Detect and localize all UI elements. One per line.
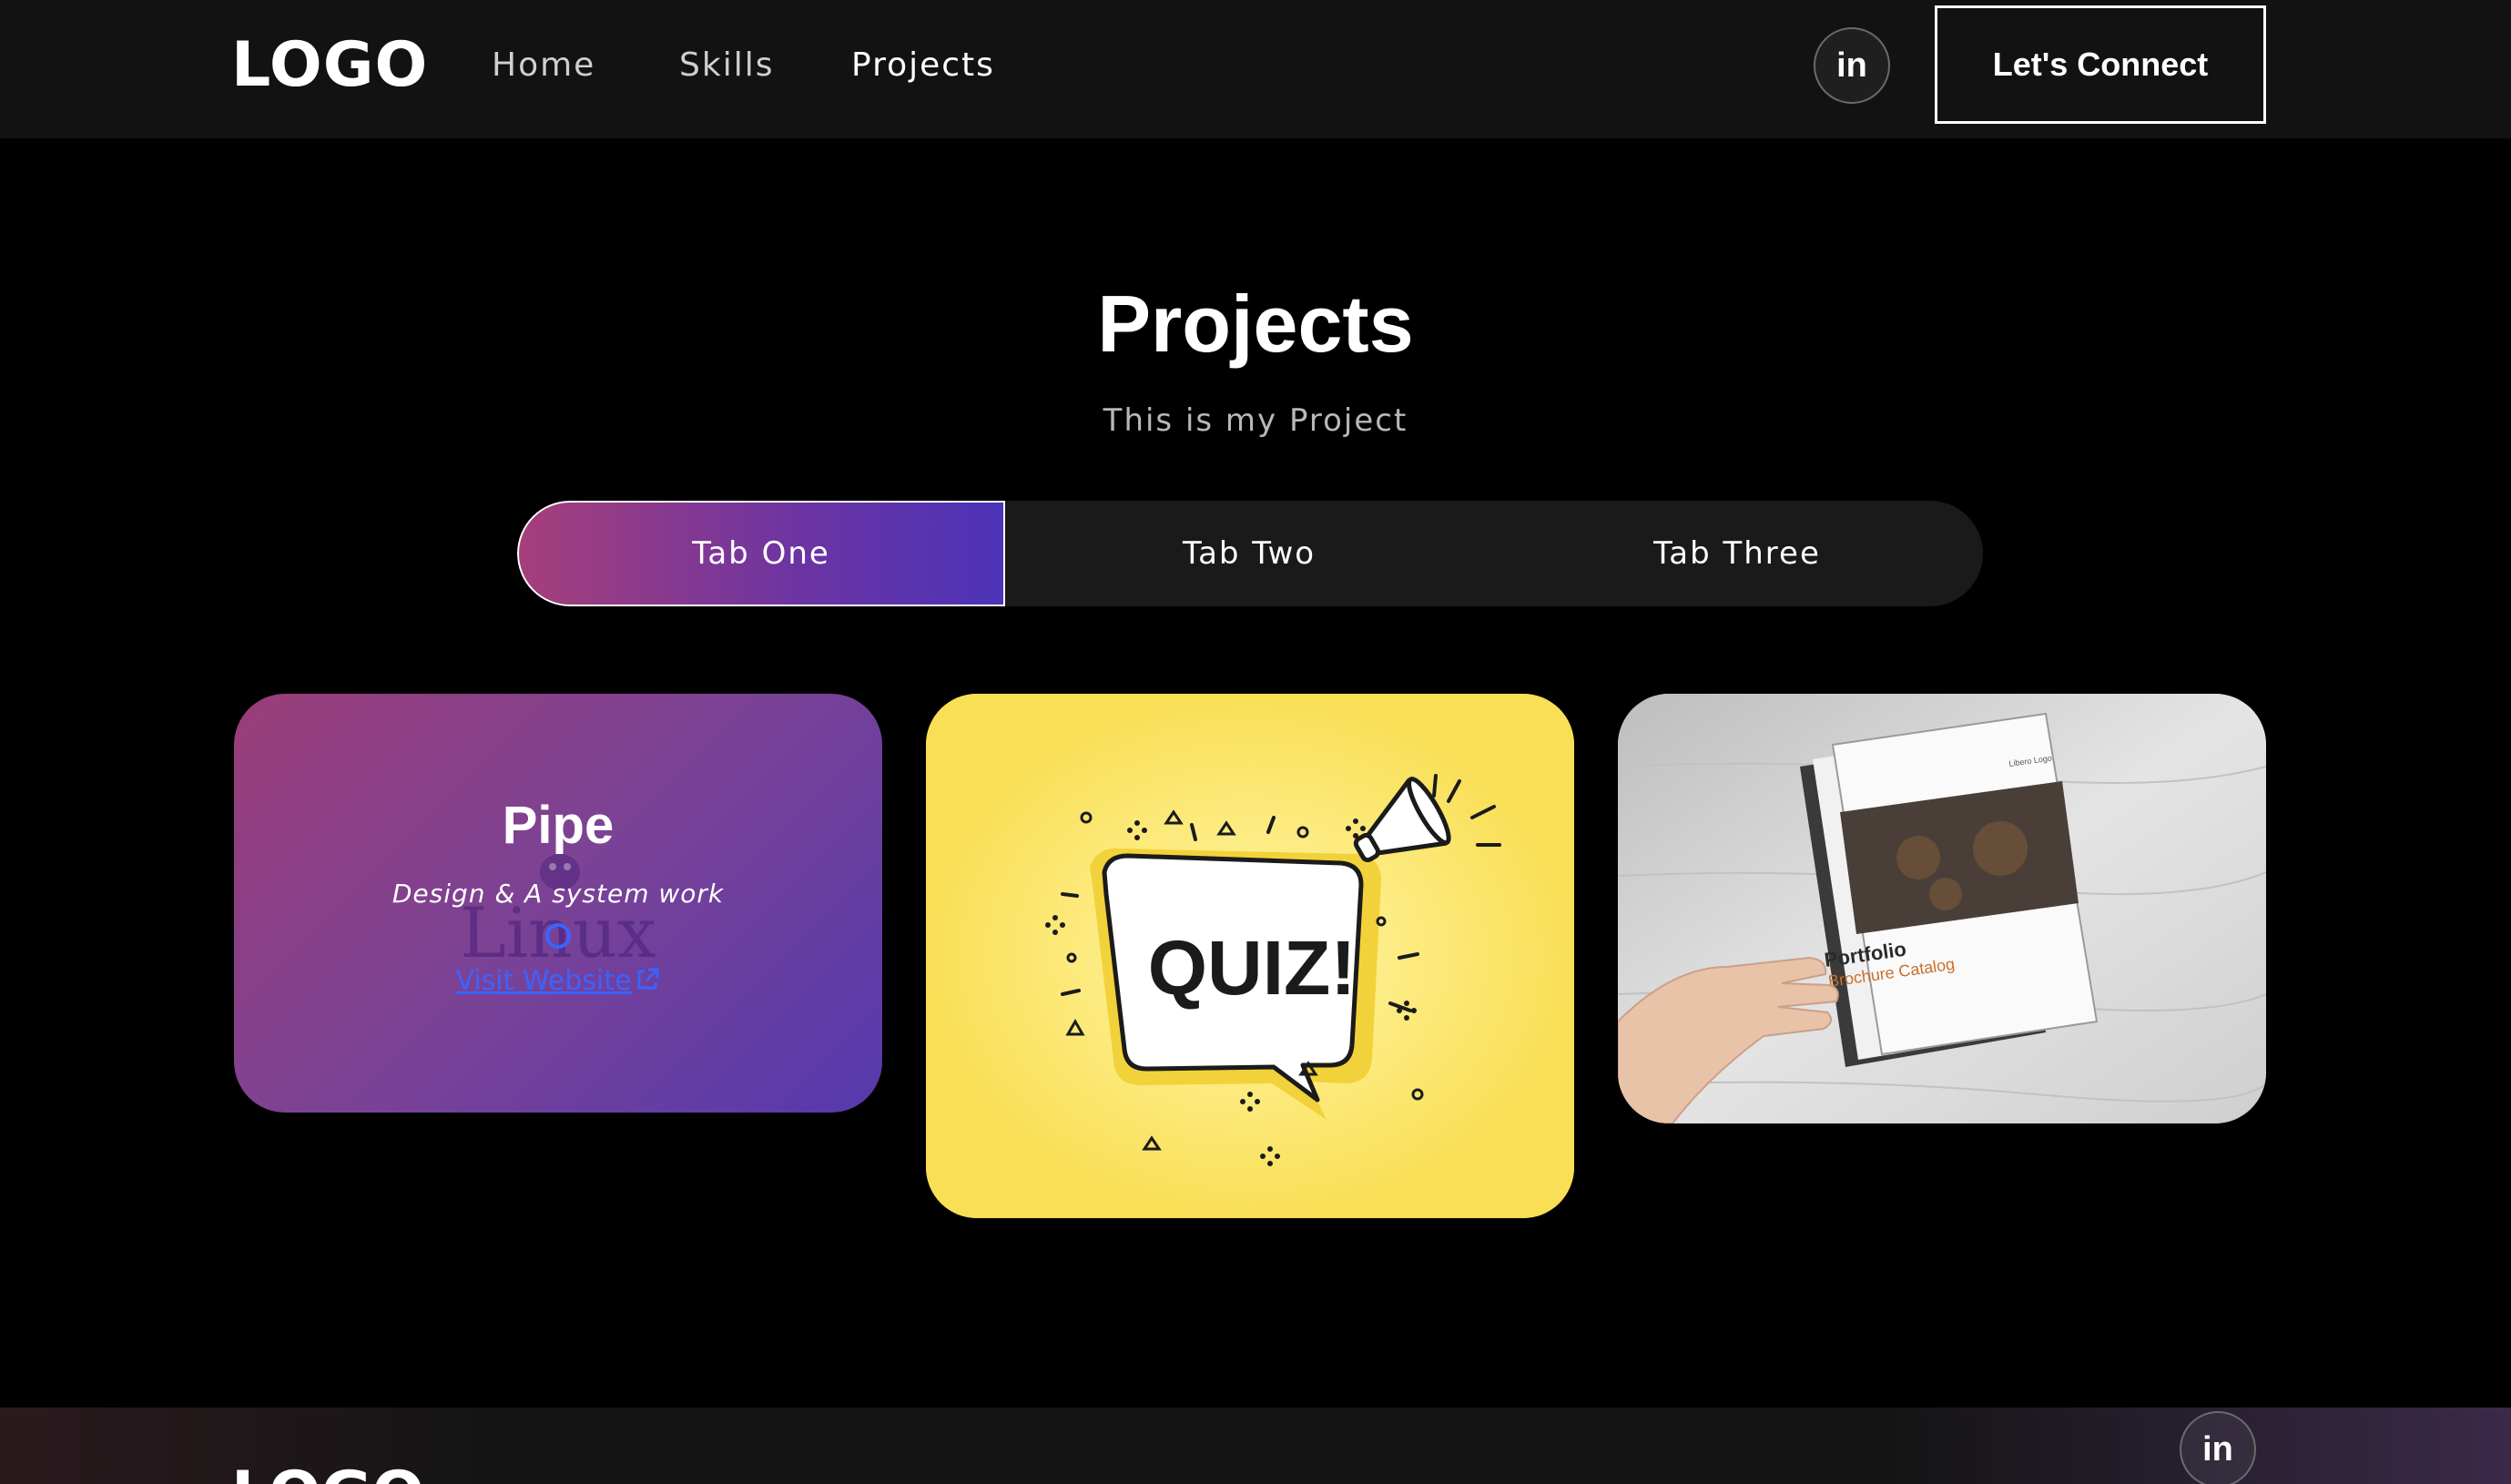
visit-website-label: Visit Website xyxy=(455,965,632,997)
tab-three[interactable]: Tab Three xyxy=(1493,501,1981,606)
portfolio-brochure-photo: Libero Logo Portfolio Brochure Catalog xyxy=(1618,694,2266,1123)
tab-one[interactable]: Tab One xyxy=(517,501,1005,606)
nav-link-skills[interactable]: Skills xyxy=(679,40,774,91)
nav-link-projects[interactable]: Projects xyxy=(851,40,995,91)
linkedin-icon[interactable]: in xyxy=(1814,27,1890,104)
footer-logo[interactable]: LOGO xyxy=(231,1459,424,1484)
external-link-icon xyxy=(637,968,659,990)
linkedin-icon-text: in xyxy=(1836,46,1867,85)
section-title: Projects xyxy=(1097,279,1414,369)
project-card-portfolio[interactable]: Libero Logo Portfolio Brochure Catalog xyxy=(1618,694,2266,1123)
section-subtitle: This is my Project xyxy=(1103,402,1408,439)
project-card-pipe[interactable]: Linux Pipe Design & A system work Visit … xyxy=(234,694,882,1113)
visit-website-link[interactable]: Visit Website xyxy=(234,963,882,1000)
project-card-quiz[interactable]: QUIZ! xyxy=(926,694,1574,1218)
project-description: Design & A system work xyxy=(391,879,725,909)
project-tabs: Tab One Tab Two Tab Three xyxy=(517,501,1983,606)
top-navbar: LOGO Home Skills Projects in Let's Conne… xyxy=(0,0,2511,138)
footer-linkedin-icon-text: in xyxy=(2202,1429,2233,1469)
footer-linkedin-icon[interactable]: in xyxy=(2180,1411,2256,1484)
project-title: Pipe xyxy=(502,796,615,855)
quiz-text: QUIZ! xyxy=(1148,925,1357,1011)
quiz-illustration: QUIZ! xyxy=(926,694,1574,1218)
lets-connect-button[interactable]: Let's Connect xyxy=(1935,5,2266,124)
tab-two[interactable]: Tab Two xyxy=(1005,501,1493,606)
logo[interactable]: LOGO xyxy=(231,29,428,102)
nav-link-home[interactable]: Home xyxy=(492,40,595,91)
cursor-ring-icon xyxy=(545,923,571,949)
footer: LOGO xyxy=(0,1408,2511,1484)
